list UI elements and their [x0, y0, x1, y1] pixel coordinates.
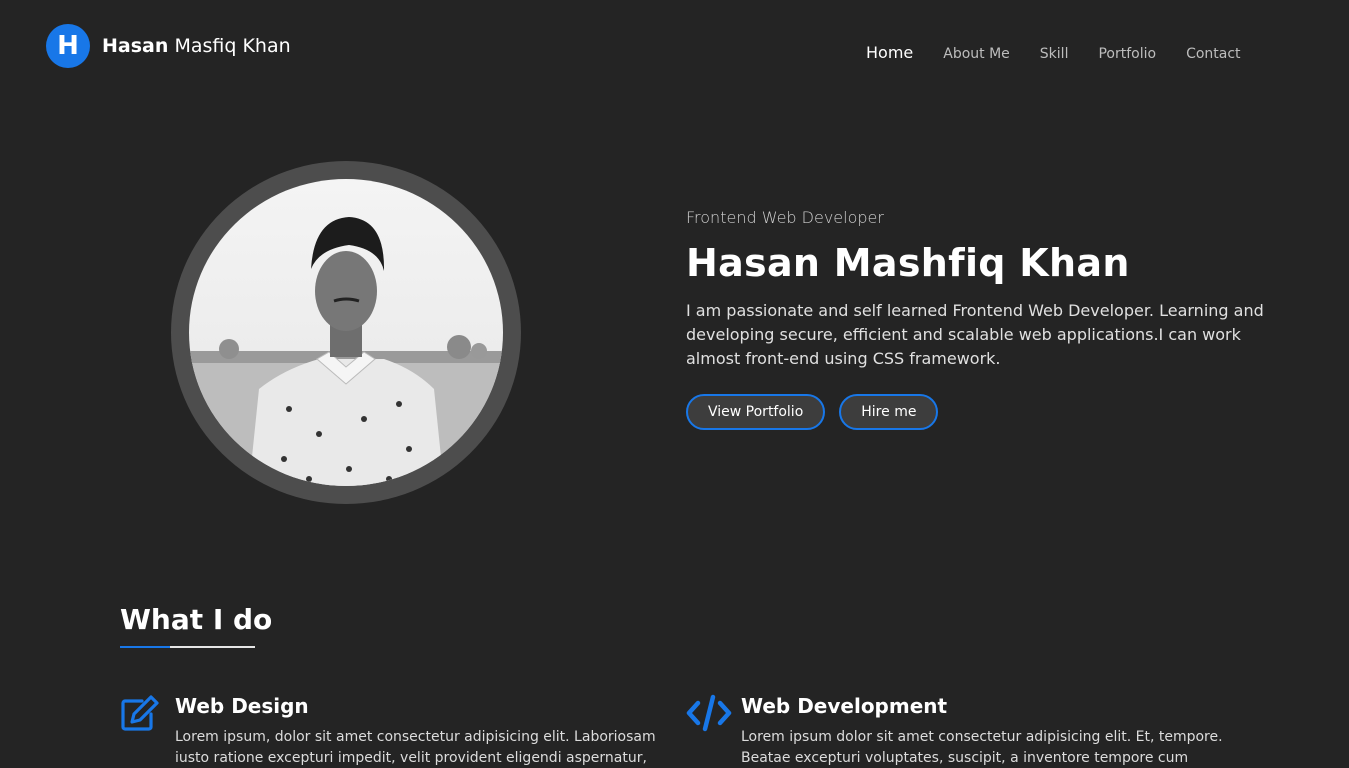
- profile-photo-image: [189, 179, 503, 486]
- profile-photo: [189, 179, 503, 486]
- service-title: Web Design: [175, 694, 309, 718]
- logo-last-name: Masfiq Khan: [174, 35, 291, 57]
- edit-icon: [120, 694, 160, 732]
- service-text: Lorem ipsum, dolor sit amet consectetur …: [175, 729, 656, 766]
- view-portfolio-button[interactable]: View Portfolio: [686, 394, 826, 430]
- nav-skill[interactable]: Skill: [1040, 46, 1069, 62]
- section-title: What I do: [120, 603, 273, 636]
- code-icon: [686, 694, 732, 732]
- site-header: H Hasan Masfiq Khan Home About Me Skill …: [0, 0, 1349, 100]
- section-title-underline: [120, 646, 255, 648]
- section-title-accent: [120, 646, 170, 648]
- service-text: Lorem ipsum dolor sit amet consectetur a…: [741, 729, 1223, 766]
- nav-portfolio[interactable]: Portfolio: [1098, 46, 1156, 62]
- nav-about[interactable]: About Me: [943, 46, 1010, 62]
- hero-section: Frontend Web Developer Hasan Mashfiq Kha…: [686, 208, 1286, 430]
- service-title: Web Development: [741, 694, 948, 718]
- logo-badge: H: [46, 24, 90, 68]
- hero-description: I am passionate and self learned Fronten…: [686, 301, 1264, 368]
- main-nav: Home About Me Skill Portfolio Contact: [866, 43, 1271, 62]
- hero-name: Hasan Mashfiq Khan: [686, 241, 1130, 285]
- logo[interactable]: H Hasan Masfiq Khan: [46, 24, 291, 68]
- logo-first-name: Hasan: [102, 35, 169, 57]
- nav-home[interactable]: Home: [866, 43, 913, 62]
- hero-buttons: View Portfolio Hire me: [686, 394, 1286, 430]
- hire-me-button[interactable]: Hire me: [839, 394, 939, 430]
- hero-subtitle: Frontend Web Developer: [686, 208, 884, 227]
- logo-text: Hasan Masfiq Khan: [102, 35, 291, 57]
- nav-contact[interactable]: Contact: [1186, 46, 1240, 62]
- profile-photo-ring: [171, 161, 521, 504]
